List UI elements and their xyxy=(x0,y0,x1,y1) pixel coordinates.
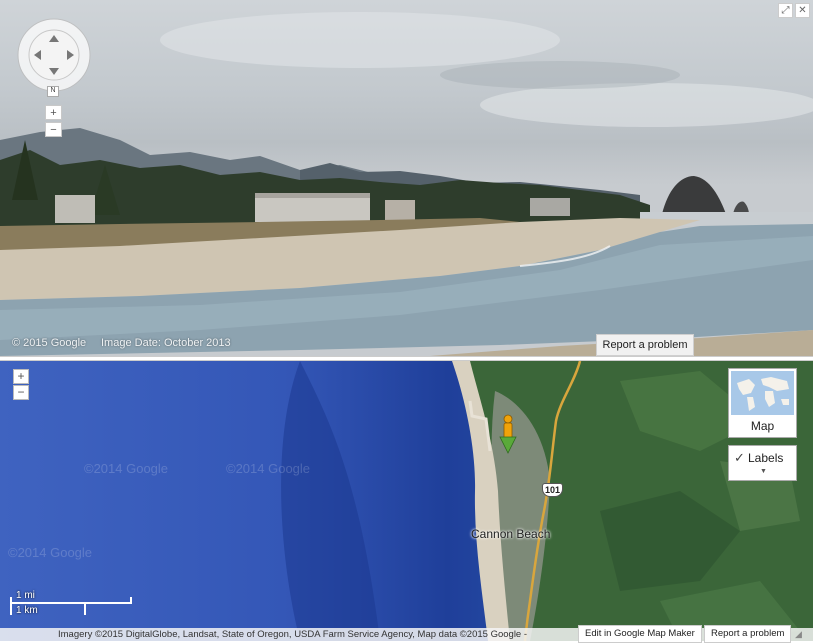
expand-icon[interactable]: ⤢ xyxy=(778,3,793,18)
map-report-problem-link[interactable]: Report a problem xyxy=(704,625,792,643)
checkmark-icon: ✓ xyxy=(734,450,745,465)
map-zoom-out-button[interactable]: − xyxy=(13,385,29,400)
zoom-in-button[interactable]: + xyxy=(45,105,62,120)
watermark: ©2014 Google xyxy=(8,545,93,560)
close-icon[interactable]: ✕ xyxy=(795,3,810,18)
report-problem-button[interactable]: Report a problem xyxy=(596,334,694,356)
scale-miles: 1 mi xyxy=(16,590,35,601)
place-label: Cannon Beach xyxy=(471,527,551,541)
map-type-toggle[interactable]: Map xyxy=(728,368,797,438)
compass-control[interactable] xyxy=(16,17,92,93)
satellite-map[interactable]: ©2014 Google ©2014 Google ©2014 Google +… xyxy=(0,361,813,641)
zoom-out-button[interactable]: − xyxy=(45,122,62,137)
watermark: ©2014 Google xyxy=(84,461,169,476)
scale-km: 1 km xyxy=(16,605,38,616)
highway-shield: 101 xyxy=(542,483,563,497)
labels-label: Labels xyxy=(748,451,784,465)
image-date: Image Date: October 2013 xyxy=(101,337,231,349)
map-attribution: Imagery ©2015 DigitalGlobe, Landsat, Sta… xyxy=(58,629,528,640)
map-footer: Imagery ©2015 DigitalGlobe, Landsat, Sta… xyxy=(0,625,813,643)
resize-handle-icon[interactable]: ◢ xyxy=(795,629,802,640)
scale-bar: 1 mi 1 km xyxy=(10,589,134,617)
caret-down-icon: ▼ xyxy=(760,468,767,475)
labels-toggle[interactable]: ✓ Labels ▼ xyxy=(728,445,797,481)
street-view-image[interactable] xyxy=(0,0,813,356)
map-zoom-in-button[interactable]: + xyxy=(13,369,29,384)
world-map-thumbnail xyxy=(731,371,794,415)
street-view-copyright: © 2015 Google xyxy=(12,337,87,349)
map-type-label: Map xyxy=(750,419,775,433)
edit-map-maker-link[interactable]: Edit in Google Map Maker xyxy=(578,625,702,643)
street-view-panel[interactable]: N + − ⤢ ✕ © 2015 Google Image Date: Octo… xyxy=(0,0,813,356)
pegman-icon[interactable] xyxy=(497,413,521,468)
compass-north-label: N xyxy=(47,86,59,97)
watermark: ©2014 Google xyxy=(226,461,311,476)
